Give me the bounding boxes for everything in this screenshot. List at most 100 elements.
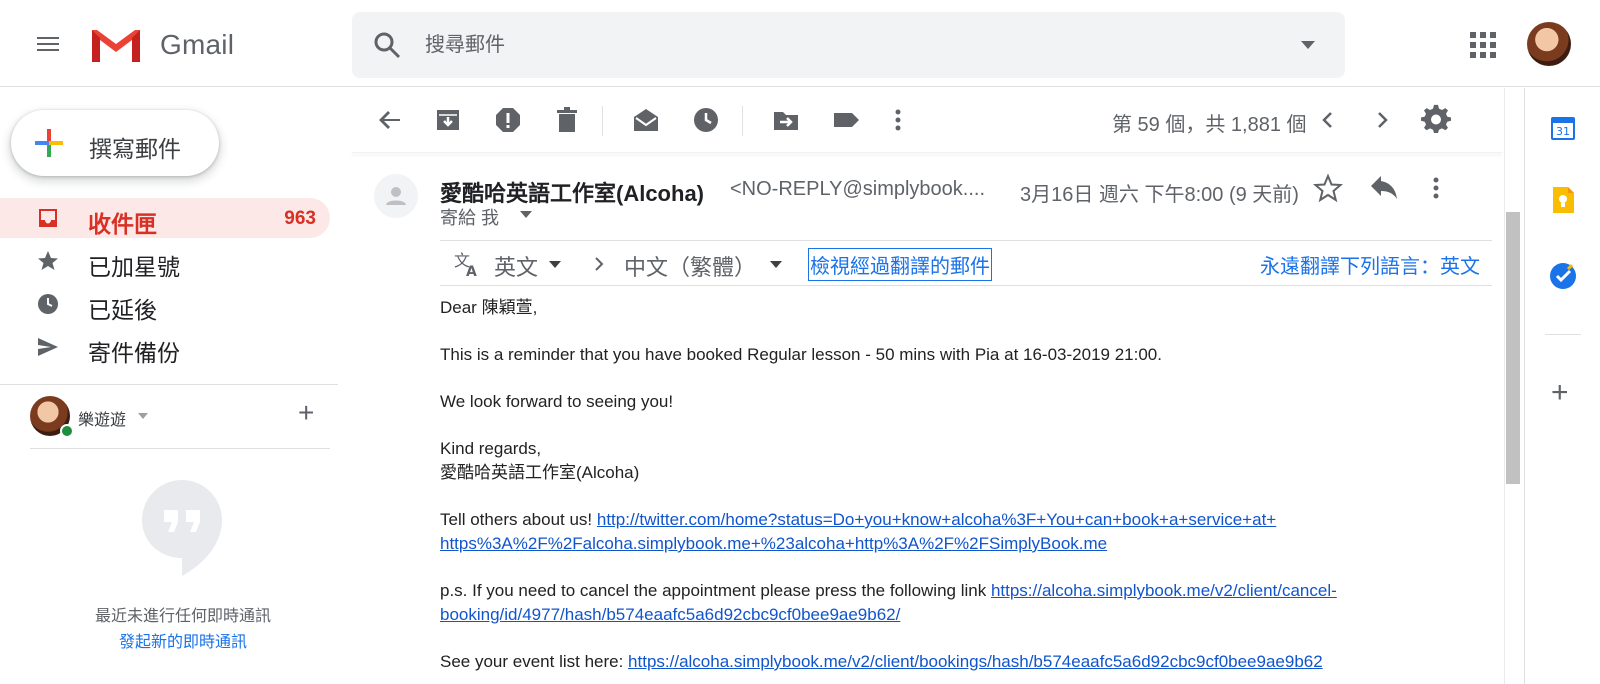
sidebar: 撰寫郵件 收件匣 963 已加星號 已延後 寄件備份 樂遊遊 + 最近未進行任何… bbox=[0, 88, 338, 684]
label-icon[interactable] bbox=[830, 104, 862, 136]
snooze-icon[interactable] bbox=[690, 104, 722, 136]
inbox-icon bbox=[39, 209, 57, 227]
search-input[interactable] bbox=[425, 28, 1245, 62]
chat-separator bbox=[30, 448, 330, 449]
keep-icon[interactable] bbox=[1547, 184, 1579, 216]
sidebar-item-snoozed[interactable]: 已延後 bbox=[0, 284, 330, 324]
account-avatar[interactable] bbox=[1527, 22, 1571, 66]
chat-divider bbox=[0, 384, 338, 385]
greeting: Dear 陳穎萱, bbox=[440, 298, 538, 317]
calendar-icon[interactable]: 31 bbox=[1547, 112, 1579, 144]
svg-text:A: A bbox=[466, 264, 477, 278]
gmail-logo-icon[interactable] bbox=[90, 26, 142, 64]
ps-prefix: p.s. If you need to cancel the appointme… bbox=[440, 581, 991, 600]
email-view: 第 59 個，共 1,881 個 愛酷哈英語工作室(Alcoha) <NO-RE… bbox=[352, 88, 1502, 684]
side-panel: 31 + bbox=[1524, 88, 1600, 684]
sidebar-item-label: 已延後 bbox=[88, 297, 157, 323]
toolbar-shadow bbox=[352, 152, 1502, 153]
more-options-icon[interactable] bbox=[1420, 172, 1452, 204]
regards: Kind regards, bbox=[440, 439, 542, 458]
top-bar: Gmail bbox=[0, 0, 1600, 87]
sidebar-item-label: 收件匣 bbox=[88, 211, 157, 237]
view-translated-link[interactable]: 檢視經過翻譯的郵件 bbox=[808, 248, 992, 281]
compose-button[interactable]: 撰寫郵件 bbox=[11, 110, 219, 176]
clock-icon bbox=[38, 294, 58, 314]
search-bar[interactable] bbox=[352, 12, 1345, 78]
email-body: Dear 陳穎萱, This is a reminder that you ha… bbox=[440, 296, 1470, 674]
cancel-booking-link[interactable]: https://alcoha.simplybook.me/v2/client/c… bbox=[991, 581, 1337, 600]
sender-avatar[interactable] bbox=[374, 174, 418, 218]
events-prefix: See your event list here: bbox=[440, 652, 629, 671]
send-icon bbox=[38, 338, 58, 356]
body-paragraph: This is a reminder that you have booked … bbox=[440, 345, 1162, 364]
chevron-right-icon bbox=[595, 257, 604, 271]
panel-separator bbox=[1545, 334, 1581, 335]
mark-unread-icon[interactable] bbox=[630, 104, 662, 136]
sidebar-item-label: 已加星號 bbox=[88, 254, 180, 280]
body-paragraph: We look forward to seeing you! bbox=[440, 392, 674, 411]
toolbar-separator bbox=[602, 106, 603, 136]
email-header: 愛酷哈英語工作室(Alcoha) <NO-REPLY@simplybook...… bbox=[352, 158, 1502, 248]
google-apps-icon[interactable] bbox=[1470, 32, 1496, 58]
add-addon-icon[interactable]: + bbox=[1551, 378, 1569, 408]
star-icon[interactable] bbox=[1312, 172, 1344, 204]
signature: 愛酷哈英語工作室(Alcoha) bbox=[440, 463, 640, 482]
email-date: 3月16日 週六 下午8:00 (9 天前) bbox=[1020, 184, 1299, 206]
app-name[interactable]: Gmail bbox=[160, 29, 234, 61]
pagination-text: 第 59 個，共 1,881 個 bbox=[1112, 114, 1307, 136]
toolbar-separator bbox=[742, 106, 743, 136]
translate-bar: 文 A 英文 中文（繁體） 檢視經過翻譯的郵件 永遠翻譯下列語言：英文 bbox=[440, 240, 1492, 286]
sidebar-item-sent[interactable]: 寄件備份 bbox=[0, 327, 330, 367]
move-to-icon[interactable] bbox=[770, 104, 802, 136]
main-menu-icon[interactable] bbox=[30, 26, 66, 62]
sender-email: <NO-REPLY@simplybook.... bbox=[730, 178, 986, 200]
always-translate-link[interactable]: 永遠翻譯下列語言：英文 bbox=[1260, 250, 1480, 279]
newer-chevron-icon[interactable] bbox=[1312, 104, 1344, 136]
body-paragraph: See your event list here: https://alcoha… bbox=[440, 650, 1470, 674]
chevron-down-icon[interactable] bbox=[138, 413, 148, 419]
recipient-line: 寄給 我 bbox=[440, 208, 500, 228]
more-icon[interactable] bbox=[882, 104, 914, 136]
chat-user-name[interactable]: 樂遊遊 bbox=[78, 406, 126, 430]
source-language-select[interactable]: 英文 bbox=[494, 250, 538, 282]
email-toolbar: 第 59 個，共 1,881 個 bbox=[352, 88, 1502, 152]
target-language-select[interactable]: 中文（繁體） bbox=[624, 250, 756, 282]
tell-prefix: Tell others about us! bbox=[440, 510, 597, 529]
star-icon bbox=[38, 251, 58, 270]
chevron-down-icon[interactable] bbox=[770, 261, 782, 268]
twitter-share-link[interactable]: http://twitter.com/home?status=Do+you+kn… bbox=[597, 510, 1276, 529]
scrollbar-thumb[interactable] bbox=[1506, 212, 1520, 484]
add-chat-icon[interactable]: + bbox=[298, 398, 314, 428]
chat-user[interactable]: 樂遊遊 + bbox=[30, 392, 330, 442]
compose-label: 撰寫郵件 bbox=[89, 136, 181, 162]
archive-icon[interactable] bbox=[432, 104, 464, 136]
report-spam-icon[interactable] bbox=[492, 104, 524, 136]
back-arrow-icon[interactable] bbox=[374, 104, 406, 136]
search-icon[interactable] bbox=[372, 30, 402, 60]
older-chevron-icon[interactable] bbox=[1366, 104, 1398, 136]
hangouts-icon bbox=[142, 480, 222, 576]
settings-gear-icon[interactable] bbox=[1420, 104, 1452, 136]
search-options-chevron-icon[interactable] bbox=[1301, 41, 1315, 49]
person-icon bbox=[386, 187, 406, 205]
twitter-share-link[interactable]: https%3A%2F%2Falcoha.simplybook.me+%23al… bbox=[440, 534, 1107, 553]
tasks-icon[interactable] bbox=[1547, 260, 1579, 292]
online-status-icon bbox=[60, 424, 74, 438]
compose-plus-icon bbox=[35, 129, 63, 157]
start-chat-link[interactable]: 發起新的即時通訊 bbox=[0, 628, 366, 652]
body-paragraph: Tell others about us! http://twitter.com… bbox=[440, 508, 1470, 556]
unread-count: 963 bbox=[284, 208, 316, 229]
sidebar-item-label: 寄件備份 bbox=[88, 340, 180, 366]
sidebar-item-starred[interactable]: 已加星號 bbox=[0, 241, 330, 281]
body-paragraph: p.s. If you need to cancel the appointme… bbox=[440, 579, 1470, 627]
translate-icon: 文 A bbox=[454, 251, 477, 278]
cancel-booking-link[interactable]: booking/id/4977/hash/b574eaafc5a6d92cbc9… bbox=[440, 605, 900, 624]
chevron-down-icon[interactable] bbox=[549, 261, 561, 268]
reply-icon[interactable] bbox=[1368, 172, 1400, 204]
event-list-link[interactable]: https://alcoha.simplybook.me/v2/client/b… bbox=[628, 652, 1323, 671]
calendar-day: 31 bbox=[1556, 125, 1570, 138]
show-details-chevron-icon[interactable] bbox=[520, 211, 532, 218]
delete-icon[interactable] bbox=[551, 104, 583, 136]
chat-empty-text: 最近未進行任何即時通訊 bbox=[94, 608, 271, 625]
sidebar-item-inbox[interactable]: 收件匣 963 bbox=[0, 198, 330, 238]
